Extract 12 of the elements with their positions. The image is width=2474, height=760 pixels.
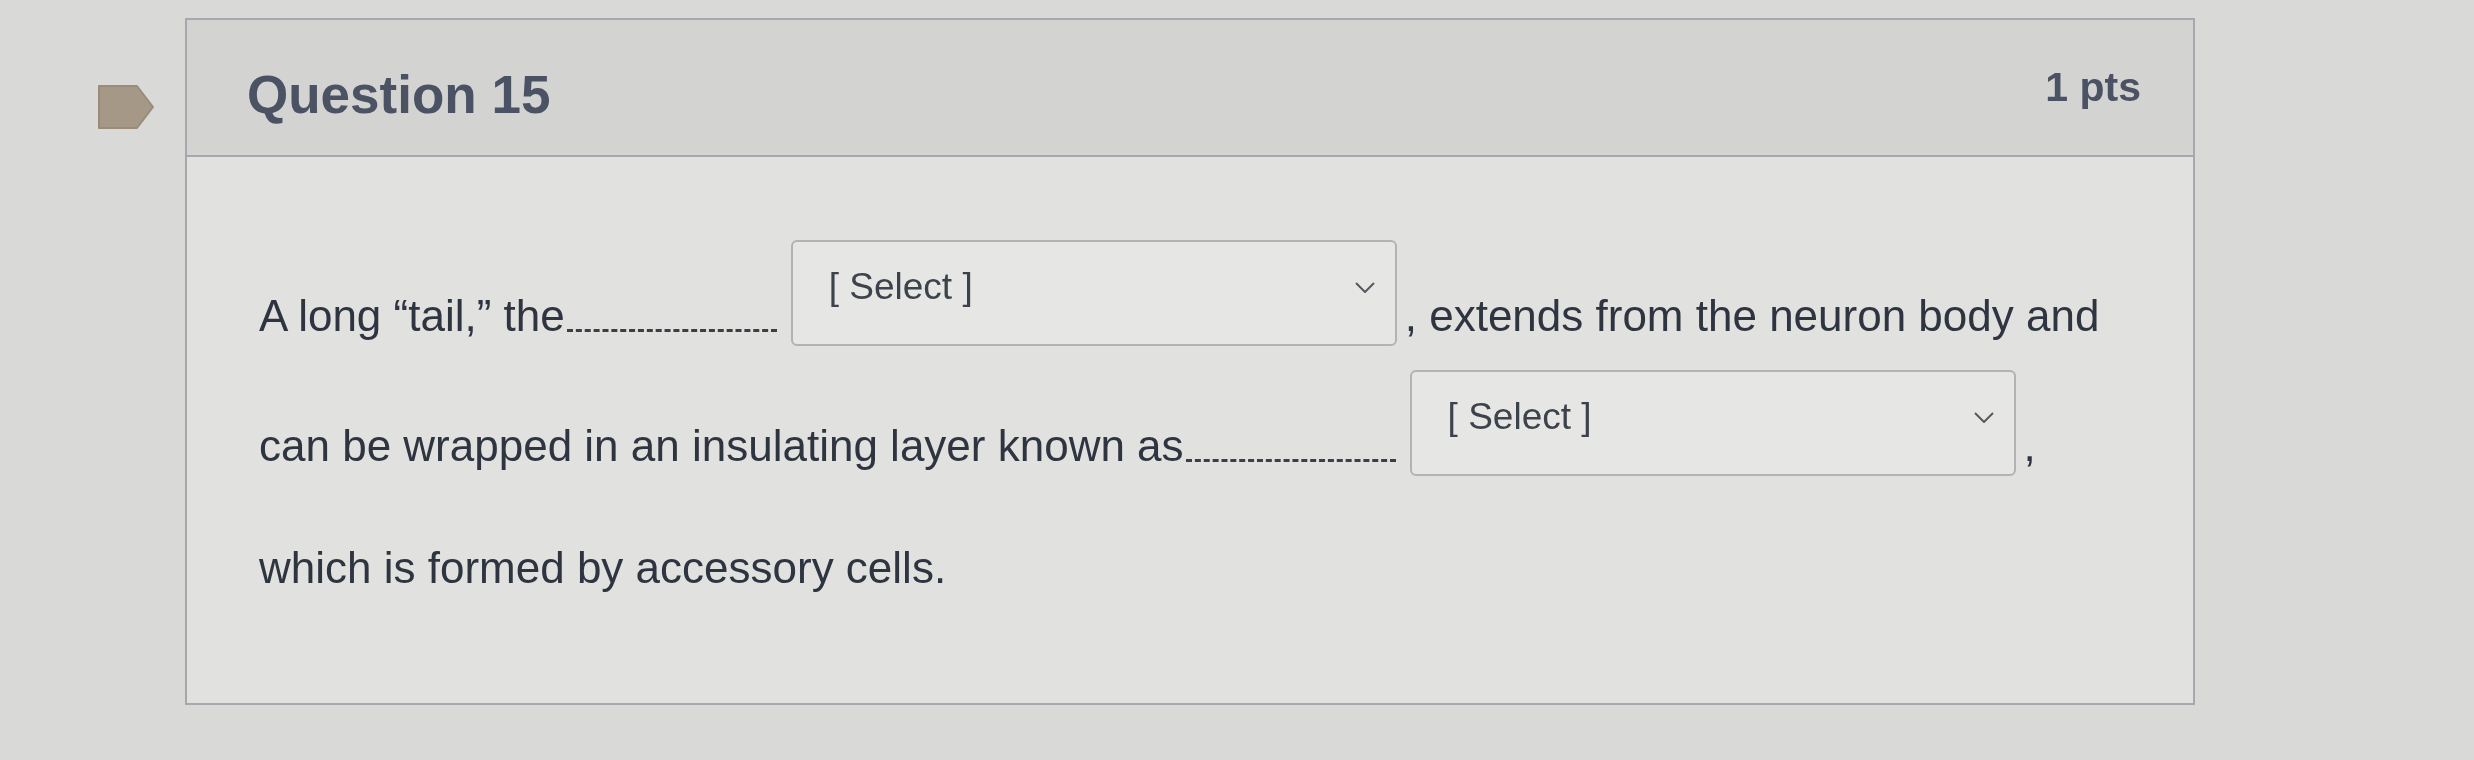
answer-dropdown[interactable]: [ Select ] bbox=[790, 240, 1397, 346]
question-text: which is formed by accessory cells. bbox=[259, 542, 947, 594]
question-text: can be wrapped in an insulating layer known as bbox=[259, 420, 1184, 472]
question-title: Question 15 bbox=[247, 64, 551, 125]
question-text: , bbox=[2023, 420, 2036, 472]
chevron-down-icon bbox=[1973, 411, 1994, 423]
question-text: , extends from the neuron body and bbox=[1404, 290, 2100, 342]
flag-icon bbox=[97, 84, 155, 130]
question-text: A long “tail,” the bbox=[259, 290, 565, 342]
points-label: 1 pts bbox=[2045, 64, 2141, 111]
answer-dropdown[interactable]: [ Select ] bbox=[1409, 370, 2016, 476]
chevron-down-icon bbox=[1354, 281, 1375, 293]
